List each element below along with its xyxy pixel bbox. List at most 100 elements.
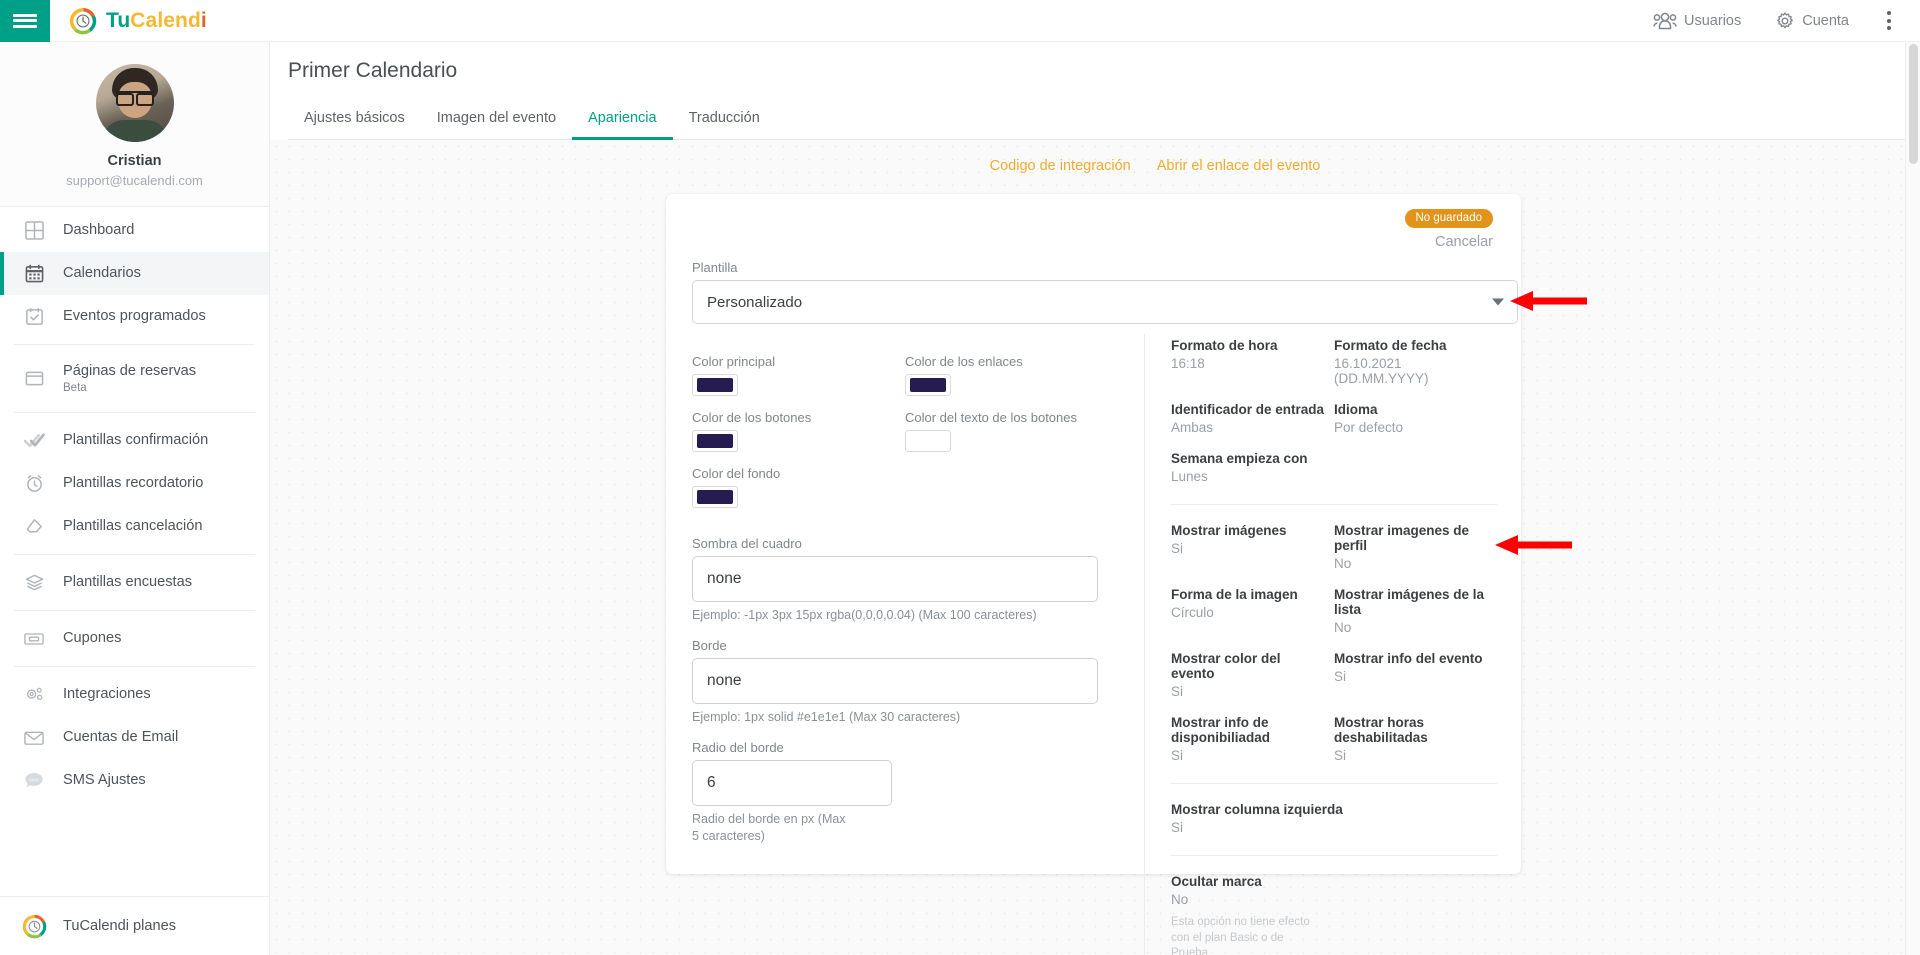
setting-value: Si xyxy=(1171,820,1489,835)
color-label: Color de los botones xyxy=(692,410,905,425)
page-scrollbar[interactable] xyxy=(1905,42,1920,955)
swatch-fill xyxy=(910,434,946,448)
setting-key: Semana empieza con xyxy=(1171,451,1326,466)
setting-key: Forma de la imagen xyxy=(1171,587,1326,602)
tab-traduccion[interactable]: Traducción xyxy=(673,100,776,140)
color-field-botones: Color de los botones xyxy=(692,410,905,452)
radio-value: 6 xyxy=(707,774,716,792)
sombra-del-cuadro-field: Sombra del cuadro none Ejemplo: -1px 3px… xyxy=(692,536,1118,624)
cancel-link[interactable]: Cancelar xyxy=(680,234,1493,250)
setting-formato-de-hora[interactable]: Formato de hora 16:18 xyxy=(1171,338,1334,386)
color-field-texto-botones: Color del texto de los botones xyxy=(905,410,1118,452)
layers-icon xyxy=(18,573,50,592)
setting-mostrar-columna-izquierda[interactable]: Mostrar columna izquierda Si xyxy=(1171,802,1497,835)
sidebar-item-plantillas-recordatorio[interactable]: Plantillas recordatorio xyxy=(0,462,269,505)
sidebar-item-plantillas-cancelacion[interactable]: Plantillas cancelación xyxy=(0,505,269,548)
scrollbar-thumb[interactable] xyxy=(1909,44,1918,164)
setting-mostrar-info-del-evento[interactable]: Mostrar info del evento Si xyxy=(1334,651,1497,699)
sidebar-item-integraciones[interactable]: Integraciones xyxy=(0,673,269,716)
sidebar-item-plantillas-encuestas[interactable]: Plantillas encuestas xyxy=(0,561,269,604)
usuarios-button[interactable]: Usuarios xyxy=(1636,0,1758,42)
sidebar-item-eventos-programados[interactable]: Eventos programados xyxy=(0,295,269,338)
setting-idioma[interactable]: Idioma Por defecto xyxy=(1334,402,1497,435)
tucalendi-logo-icon xyxy=(18,914,50,939)
sombra-del-cuadro-input[interactable]: none xyxy=(692,556,1098,602)
borde-input[interactable]: none xyxy=(692,658,1098,704)
color-enlaces-swatch[interactable] xyxy=(905,374,951,396)
ticket-icon xyxy=(18,631,50,647)
right-settings-column: Formato de hora 16:18 Formato de fecha 1… xyxy=(1144,334,1497,955)
codigo-de-integracion-link[interactable]: Codigo de integración xyxy=(990,158,1131,174)
sidebar-item-plantillas-confirmacion[interactable]: Plantillas confirmación xyxy=(0,419,269,462)
setting-semana-empieza-con[interactable]: Semana empieza con Lunes xyxy=(1171,451,1334,484)
color-label: Color del texto de los botones xyxy=(905,410,1118,425)
sombra-value: none xyxy=(707,570,741,588)
hamburger-menu-button[interactable] xyxy=(0,0,50,42)
sombra-help-text: Ejemplo: -1px 3px 15px rgba(0,0,0,0.04) … xyxy=(692,607,1118,624)
radio-help-text: Radio del borde en px (Max 5 caracteres) xyxy=(692,811,852,845)
action-links: Codigo de integración Abrir el enlace de… xyxy=(390,140,1920,182)
settings-divider xyxy=(1171,504,1497,505)
swatch-fill xyxy=(697,434,733,448)
alarm-clock-icon xyxy=(18,474,50,493)
sidebar-item-tucalendi-planes[interactable]: TuCalendi planes xyxy=(0,897,269,955)
setting-mostrar-imagenes-de-la-lista[interactable]: Mostrar imágenes de la lista No xyxy=(1334,587,1497,635)
color-texto-botones-swatch[interactable] xyxy=(905,430,951,452)
sidebar-item-calendarios[interactable]: Calendarios xyxy=(0,252,269,295)
color-botones-swatch[interactable] xyxy=(692,430,738,452)
sidebar-divider xyxy=(14,610,255,611)
abrir-enlace-del-evento-link[interactable]: Abrir el enlace del evento xyxy=(1157,158,1321,174)
setting-value: Si xyxy=(1171,684,1326,699)
swatch-fill xyxy=(697,378,733,392)
setting-mostrar-horas-deshabilitadas[interactable]: Mostrar horas deshabilitadas Si xyxy=(1334,715,1497,763)
profile-name: Cristian xyxy=(0,153,269,169)
sidebar-item-text-wrap: Páginas de reservas Beta xyxy=(63,363,196,394)
setting-value: 16.10.2021 (DD.MM.YYYY) xyxy=(1334,356,1489,386)
status-badge: No guardado xyxy=(1405,209,1494,228)
color-fondo-swatch[interactable] xyxy=(692,486,738,508)
tab-imagen-del-evento[interactable]: Imagen del evento xyxy=(421,100,572,140)
more-options-button[interactable] xyxy=(1872,0,1906,42)
setting-value: Si xyxy=(1334,748,1489,763)
color-field-principal: Color principal xyxy=(692,354,905,396)
double-check-icon xyxy=(18,431,50,450)
tab-apariencia[interactable]: Apariencia xyxy=(572,100,673,140)
eraser-icon xyxy=(18,517,50,536)
setting-formato-de-fecha[interactable]: Formato de fecha 16.10.2021 (DD.MM.YYYY) xyxy=(1334,338,1497,386)
color-fields: Color principal Color de los enlaces xyxy=(692,354,1118,522)
brand-part-1: Tu xyxy=(106,9,130,32)
setting-identificador-de-entrada[interactable]: Identificador de entrada Ambas xyxy=(1171,402,1334,435)
sidebar-item-cuentas-de-email[interactable]: Cuentas de Email xyxy=(0,716,269,759)
hamburger-icon xyxy=(13,11,37,30)
setting-mostrar-color-del-evento[interactable]: Mostrar color del evento Si xyxy=(1171,651,1334,699)
setting-mostrar-info-de-disponibilidad[interactable]: Mostrar info de disponibiliadad Si xyxy=(1171,715,1334,763)
sidebar-item-sms-ajustes[interactable]: SMS SMS Ajustes xyxy=(0,759,269,802)
color-principal-swatch[interactable] xyxy=(692,374,738,396)
sidebar-item-label: Calendarios xyxy=(63,265,141,282)
setting-key: Mostrar info del evento xyxy=(1334,651,1489,666)
setting-value: Ambas xyxy=(1171,420,1326,435)
settings-divider xyxy=(1171,783,1497,784)
plantilla-dropdown[interactable]: Personalizado xyxy=(692,280,1518,324)
sidebar-nav: Dashboard Calendarios Eventos programado… xyxy=(0,207,269,802)
sidebar-item-label: Eventos programados xyxy=(63,308,206,325)
sidebar-item-dashboard[interactable]: Dashboard xyxy=(0,209,269,252)
sidebar-item-cupones[interactable]: Cupones xyxy=(0,617,269,660)
setting-forma-de-la-imagen[interactable]: Forma de la imagen Círculo xyxy=(1171,587,1334,635)
radio-del-borde-input[interactable]: 6 xyxy=(692,760,892,806)
setting-mostrar-imagenes[interactable]: Mostrar imágenes Si xyxy=(1171,523,1334,571)
cuenta-button[interactable]: Cuenta xyxy=(1758,0,1866,42)
color-label: Color de los enlaces xyxy=(905,354,1118,369)
envelope-icon xyxy=(18,730,50,746)
sidebar-item-sublabel: Beta xyxy=(63,382,196,394)
borde-value: none xyxy=(707,672,741,690)
setting-ocultar-marca[interactable]: Ocultar marca No Esta opción no tiene ef… xyxy=(1171,874,1497,955)
setting-mostrar-imagenes-de-perfil[interactable]: Mostrar imagenes de perfil No xyxy=(1334,523,1497,571)
page-header: Primer Calendario Ajustes básicos Imagen… xyxy=(270,42,1920,140)
sidebar-item-paginas-de-reservas[interactable]: Páginas de reservas Beta xyxy=(0,351,269,406)
tab-ajustes-basicos[interactable]: Ajustes básicos xyxy=(288,100,421,140)
brand-part-3: i xyxy=(201,9,207,32)
brand-logo-area[interactable]: TuCalendi xyxy=(69,7,207,35)
left-settings-column: Color principal Color de los enlaces xyxy=(692,334,1144,955)
brand-part-2: Calend xyxy=(130,9,201,32)
